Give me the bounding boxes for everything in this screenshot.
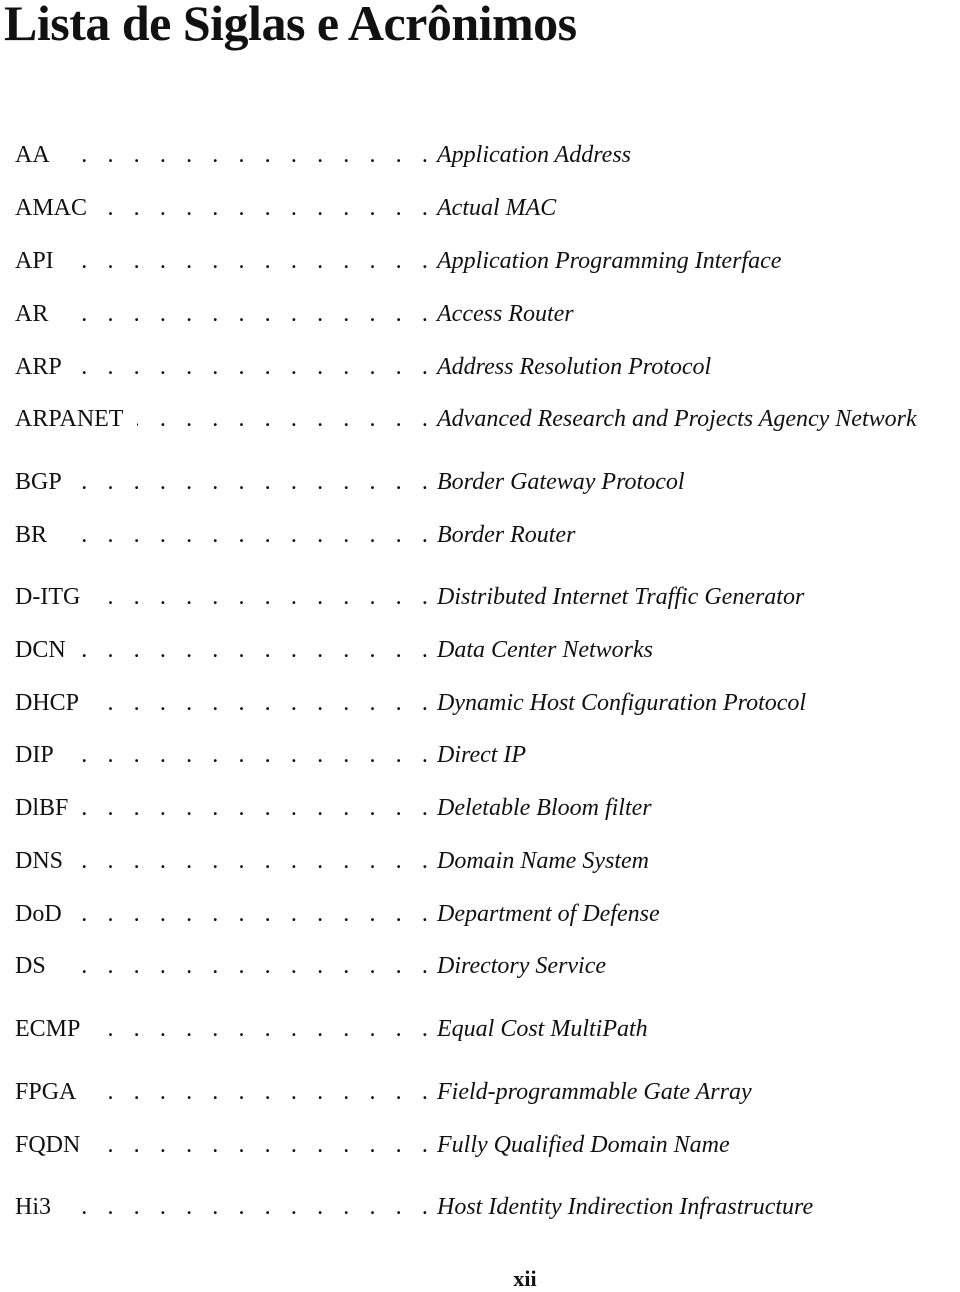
acronym: ARPANET [15,406,124,432]
acronym-definition: Fully Qualified Domain Name [437,1132,730,1158]
acronym-entry: . . . . . . . . . . . . . . . . . . . . … [15,635,960,665]
acronym-entry: . . . . . . . . . . . . . . . . . . . . … [15,1014,960,1044]
acronym-entry: . . . . . . . . . . . . . . . . . . . . … [15,1077,960,1107]
acronym-entry: . . . . . . . . . . . . . . . . . . . . … [15,740,960,770]
acronym-entry: . . . . . . . . . . . . . . . . . . . . … [15,1192,960,1222]
acronym-definition: Directory Service [437,953,607,979]
acronym: DCN [15,637,66,663]
acronym-definition: Deletable Bloom filter [437,795,652,821]
acronym: ECMP [15,1016,81,1042]
acronym-entry: . . . . . . . . . . . . . . . . . . . . … [15,404,960,434]
acronym-entry: . . . . . . . . . . . . . . . . . . . . … [15,467,960,497]
dot-leader: . . . . . . . . . . . . . . . . . . . . … [90,1079,435,1105]
acronym-definition: Access Router [437,301,574,327]
acronym-definition: Border Router [437,522,576,548]
dot-leader: . . . . . . . . . . . . . . . . . . . . … [137,406,435,432]
acronym: D-ITG [15,584,81,610]
dot-leader: . . . . . . . . . . . . . . . . . . . . … [61,522,435,548]
acronym-entry: . . . . . . . . . . . . . . . . . . . . … [15,951,960,981]
acronym: DHCP [15,690,80,716]
acronym-definition: Dynamic Host Configuration Protocol [437,690,807,716]
acronym: Hi3 [15,1194,51,1220]
acronym-entry: . . . . . . . . . . . . . . . . . . . . … [15,352,960,382]
acronym: BR [15,522,48,548]
acronym-definition: Distributed Internet Traffic Generator [437,584,805,610]
acronym: FQDN [15,1132,81,1158]
acronym-entry: . . . . . . . . . . . . . . . . . . . . … [15,299,960,329]
page-title: Lista de Siglas e Acrônimos [4,0,577,51]
acronym-entry: . . . . . . . . . . . . . . . . . . . . … [15,899,960,929]
dot-leader: . . . . . . . . . . . . . . . . . . . . … [77,848,435,874]
dot-leader: . . . . . . . . . . . . . . . . . . . . … [65,1194,435,1220]
acronym: ARP [15,354,62,380]
dot-leader: . . . . . . . . . . . . . . . . . . . . … [101,195,435,221]
acronym-definition: Host Identity Indirection Infrastructure [437,1194,814,1220]
acronym-entry: . . . . . . . . . . . . . . . . . . . . … [15,688,960,718]
page-number: xii [513,1266,537,1291]
acronym: AR [15,301,49,327]
acronym-definition: Data Center Networks [437,637,653,663]
acronym-definition: Application Programming Interface [437,248,782,274]
acronym-definition: Actual MAC [437,195,557,221]
acronym-entry: . . . . . . . . . . . . . . . . . . . . … [15,1130,960,1160]
acronym: API [15,248,54,274]
acronym: AA [15,142,50,168]
dot-leader: . . . . . . . . . . . . . . . . . . . . … [93,690,435,716]
acronym-entry: . . . . . . . . . . . . . . . . . . . . … [15,246,960,276]
acronym-definition: Application Address [437,142,631,168]
dot-leader: . . . . . . . . . . . . . . . . . . . . … [94,1132,435,1158]
acronym: BGP [15,469,62,495]
acronym-entry: . . . . . . . . . . . . . . . . . . . . … [15,193,960,223]
acronym-definition: Advanced Research and Projects Agency Ne… [437,406,917,432]
acronym-entry: . . . . . . . . . . . . . . . . . . . . … [15,793,960,823]
acronym-entry: . . . . . . . . . . . . . . . . . . . . … [15,520,960,550]
acronym: DlBF [15,795,69,821]
acronym-definition: Border Gateway Protocol [437,469,685,495]
acronym-entry: . . . . . . . . . . . . . . . . . . . . … [15,582,960,612]
dot-leader: . . . . . . . . . . . . . . . . . . . . … [68,742,435,768]
dot-leader: . . . . . . . . . . . . . . . . . . . . … [76,901,435,927]
dot-leader: . . . . . . . . . . . . . . . . . . . . … [80,637,435,663]
dot-leader: . . . . . . . . . . . . . . . . . . . . … [76,354,435,380]
dot-leader: . . . . . . . . . . . . . . . . . . . . … [68,248,435,274]
acronym: DoD [15,901,62,927]
dot-leader: . . . . . . . . . . . . . . . . . . . . … [64,142,435,168]
acronym-definition: Equal Cost MultiPath [437,1016,648,1042]
dot-leader: . . . . . . . . . . . . . . . . . . . . … [82,795,435,821]
dot-leader: . . . . . . . . . . . . . . . . . . . . … [76,469,435,495]
acronym: FPGA [15,1079,77,1105]
dot-leader: . . . . . . . . . . . . . . . . . . . . … [62,301,435,327]
dot-leader: . . . . . . . . . . . . . . . . . . . . … [94,584,435,610]
acronym-definition: Department of Defense [437,901,660,927]
acronym: DS [15,953,46,979]
acronym: DNS [15,848,64,874]
acronym-definition: Direct IP [437,742,527,768]
dot-leader: . . . . . . . . . . . . . . . . . . . . … [60,953,435,979]
acronym-definition: Domain Name System [437,848,649,874]
acronym-entry: . . . . . . . . . . . . . . . . . . . . … [15,846,960,876]
acronym-definition: Field-programmable Gate Array [437,1079,752,1105]
acronym-definition: Address Resolution Protocol [437,354,712,380]
acronym: DIP [15,742,54,768]
acronym: AMAC [15,195,88,221]
acronym-entry: . . . . . . . . . . . . . . . . . . . . … [15,140,960,170]
dot-leader: . . . . . . . . . . . . . . . . . . . . … [94,1016,435,1042]
